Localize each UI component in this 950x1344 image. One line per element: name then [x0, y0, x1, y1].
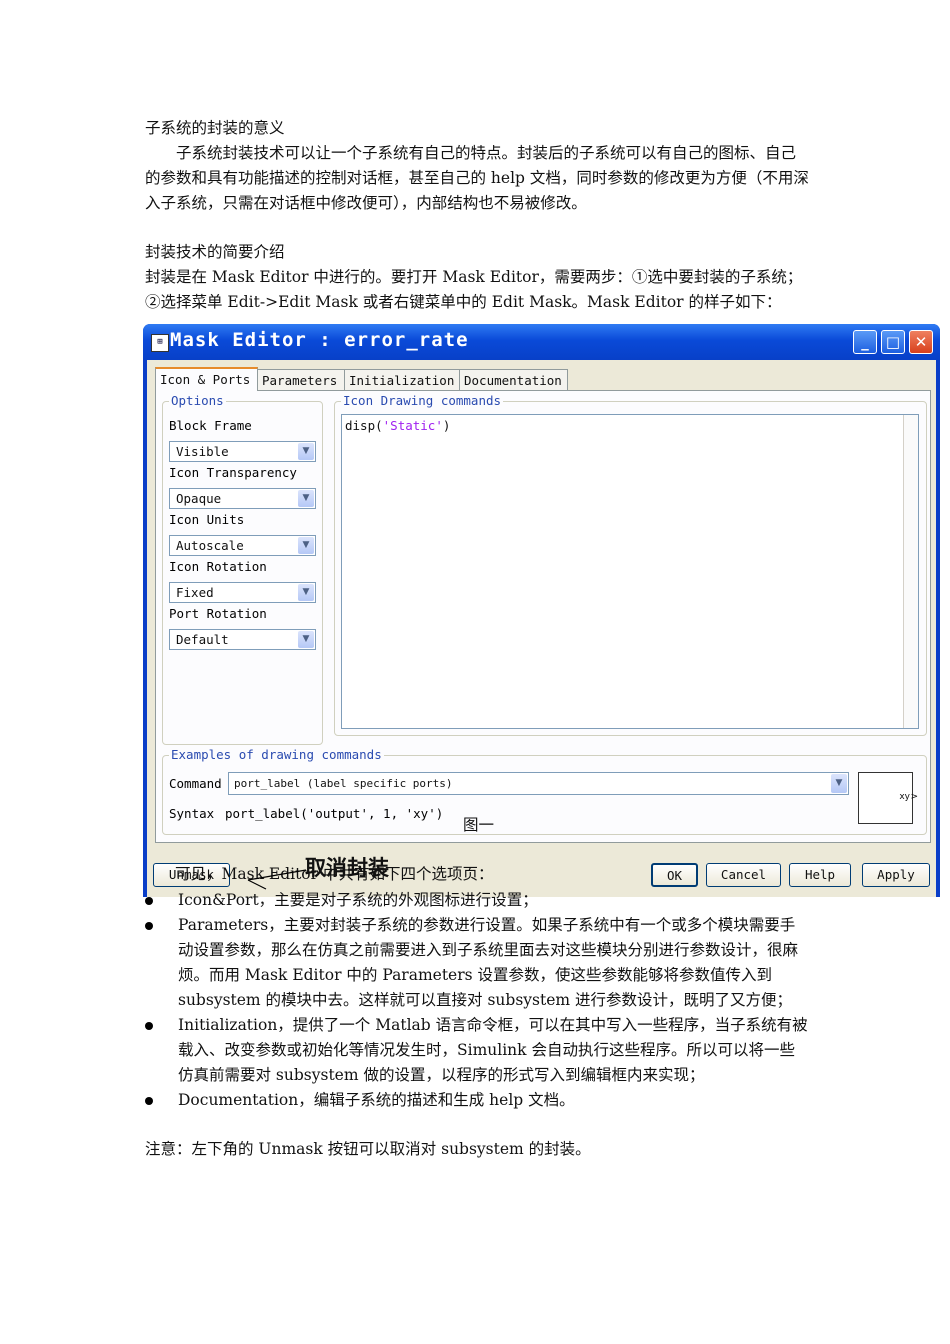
icon-preview: xy > — [858, 772, 918, 824]
mask-editor-window: ⊞ Mask Editor : error_rate _ □ ✕ Icon & … — [143, 324, 940, 897]
list-item: Icon&Port，主要是对子系统的外观图标进行设置； — [145, 888, 810, 913]
window-title: Mask Editor : error_rate — [170, 329, 469, 351]
drawing-commands-editor[interactable]: disp('Static') — [341, 414, 919, 729]
bullet-icon — [145, 1022, 153, 1030]
list-item: Initialization，提供了一个 Matlab 语言命令框，可以在其中写… — [145, 1013, 810, 1088]
syntax-label: Syntax — [169, 806, 215, 821]
ok-button[interactable]: OK — [651, 863, 698, 887]
close-icon[interactable]: ✕ — [909, 330, 933, 354]
tab-parameters[interactable]: Parameters — [257, 369, 345, 390]
block-frame-select[interactable]: Visible ▼ — [169, 441, 316, 462]
icon-ports-panel: Options Block Frame Visible ▼ Icon Transp… — [155, 390, 931, 843]
bullet-icon — [145, 897, 153, 905]
apply-button[interactable]: Apply — [862, 863, 930, 887]
paragraph-mask-meaning: 子系统封装技术可以让一个子系统有自己的特点。封装后的子系统可以有自己的图标、自己… — [145, 144, 809, 212]
command-select[interactable]: port_label (label specific ports) ▼ — [228, 772, 849, 795]
drawing-commands-legend: Icon Drawing commands — [341, 393, 504, 408]
paragraph-mask-intro: 封装是在 Mask Editor 中进行的。要打开 Mask Editor，需要… — [145, 268, 803, 311]
list-item: Documentation，编辑子系统的描述和生成 help 文档。 — [145, 1088, 810, 1113]
note-paragraph: 注意：左下角的 Unmask 按钮可以取消对 subsystem 的封装。 — [145, 1140, 591, 1158]
heading-mask-intro: 封装技术的简要介绍 — [145, 243, 285, 261]
title-bar[interactable]: ⊞ Mask Editor : error_rate _ □ ✕ — [143, 324, 940, 360]
icon-transparency-label: Icon Transparency — [169, 465, 297, 480]
icon-rotation-label: Icon Rotation — [169, 559, 267, 574]
drawing-commands-group: Icon Drawing commands disp('Static') — [334, 393, 927, 736]
dialog-client-area: Icon & Ports Parameters Initialization D… — [147, 360, 936, 897]
command-label: Command — [169, 776, 222, 791]
matlab-window-icon: ⊞ — [151, 334, 169, 352]
icon-rotation-select[interactable]: Fixed ▼ — [169, 582, 316, 603]
syntax-value: port_label('output', 1, 'xy') — [225, 806, 444, 821]
maximize-icon[interactable]: □ — [881, 330, 905, 354]
chevron-down-icon: ▼ — [298, 631, 314, 648]
options-legend: Options — [169, 393, 226, 408]
tab-initialization[interactable]: Initialization — [344, 369, 460, 390]
tab-documentation[interactable]: Documentation — [459, 369, 568, 390]
minimize-icon[interactable]: _ — [853, 330, 877, 354]
preview-port-label: xy — [899, 792, 910, 802]
figure-caption: 图一 — [463, 816, 495, 834]
port-arrow-icon: > — [910, 792, 918, 802]
chevron-down-icon: ▼ — [298, 490, 314, 507]
bullet-icon — [145, 922, 153, 930]
unmask-annotation-label: 取消封装 — [305, 856, 389, 880]
cancel-button[interactable]: Cancel — [706, 863, 781, 887]
chevron-down-icon: ▼ — [298, 537, 314, 554]
examples-legend: Examples of drawing commands — [169, 747, 384, 762]
port-rotation-label: Port Rotation — [169, 606, 267, 621]
bullet-icon — [145, 1097, 153, 1105]
chevron-down-icon: ▼ — [298, 443, 314, 460]
list-item: Parameters，主要对封装子系统的参数进行设置。如果子系统中有一个或多个模… — [145, 913, 810, 1013]
editor-scrollbar[interactable] — [903, 415, 918, 728]
icon-transparency-select[interactable]: Opaque ▼ — [169, 488, 316, 509]
examples-group: Examples of drawing commands Command Syn… — [162, 747, 927, 835]
port-rotation-select[interactable]: Default ▼ — [169, 629, 316, 650]
tab-icon-ports[interactable]: Icon & Ports — [155, 367, 258, 391]
drawing-code: disp('Static') — [345, 418, 451, 433]
icon-units-label: Icon Units — [169, 512, 245, 527]
options-group: Options Block Frame Visible ▼ Icon Transp… — [162, 393, 323, 745]
icon-units-select[interactable]: Autoscale ▼ — [169, 535, 316, 556]
heading-mask-meaning: 子系统的封装的意义 — [145, 119, 285, 137]
tab-description-list: Icon&Port，主要是对子系统的外观图标进行设置； Parameters，主… — [145, 888, 810, 1113]
block-frame-label: Block Frame — [169, 418, 252, 433]
chevron-down-icon: ▼ — [298, 584, 314, 601]
chevron-down-icon: ▼ — [831, 774, 847, 793]
help-button[interactable]: Help — [789, 863, 851, 887]
